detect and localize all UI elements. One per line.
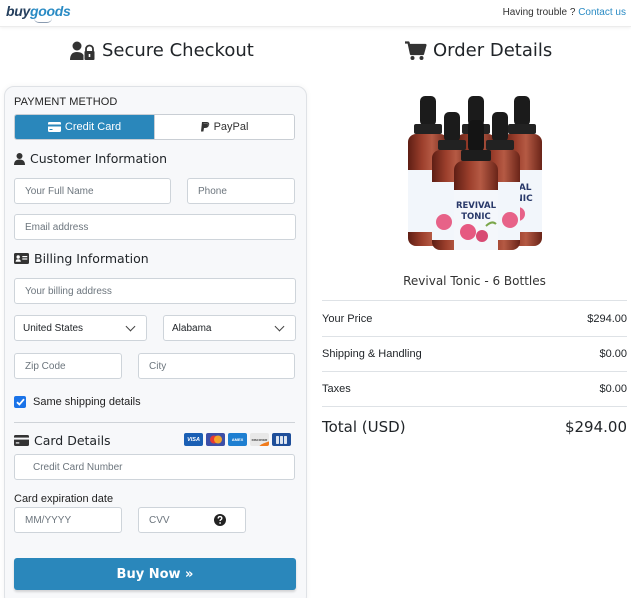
mastercard-circles [209, 435, 222, 444]
amex-label: AMEX [231, 437, 244, 442]
your-price-value: $294.00 [587, 313, 627, 325]
accepted-cards: VISA AMEX DISCOVER [184, 433, 291, 446]
mastercard-icon [206, 433, 225, 446]
same-shipping-row: Same shipping details [14, 396, 141, 408]
credit-card-icon [14, 435, 29, 446]
state-select-value: Alabama [172, 322, 212, 334]
taxes-label: Taxes [322, 383, 351, 395]
same-shipping-label: Same shipping details [33, 396, 141, 408]
same-shipping-checkbox[interactable] [14, 396, 26, 408]
order-line-shipping: Shipping & Handling $0.00 [322, 348, 627, 360]
tab-paypal-label: PayPal [213, 121, 249, 133]
order-details-title: Order Details [433, 40, 553, 61]
phone-input[interactable] [187, 178, 295, 204]
total-label: Total (USD) [322, 418, 406, 436]
total-value: $294.00 [564, 418, 627, 436]
city-input[interactable] [138, 353, 295, 379]
expiration-input[interactable] [14, 507, 122, 533]
order-divider [322, 371, 627, 372]
help-text: Having trouble ? Contact us [503, 7, 626, 18]
your-price-label: Your Price [322, 313, 373, 325]
top-bar: buygoods Having trouble ? Contact us [0, 0, 631, 27]
amex-icon: AMEX [228, 433, 247, 446]
order-details-heading: Order Details [405, 40, 552, 61]
customer-info-heading: Customer Information [14, 151, 167, 166]
visa-icon: VISA [184, 433, 203, 446]
address-card-icon [14, 253, 29, 264]
user-lock-icon [70, 41, 95, 60]
buy-now-button[interactable]: Buy Now » [14, 558, 296, 590]
cvv-field [138, 507, 246, 533]
payment-method-selector: Credit Card PayPal [14, 114, 295, 140]
order-divider [322, 300, 627, 301]
product-name: Revival Tonic - 6 Bottles [403, 274, 546, 288]
logo-smile-icon [34, 18, 52, 23]
product-image: VAL NIC REVIVAL TONIC [408, 96, 542, 250]
contact-us-link[interactable]: Contact us [578, 7, 626, 18]
billing-address-input[interactable] [14, 278, 296, 304]
shopping-cart-icon [405, 40, 427, 60]
secure-checkout-heading: Secure Checkout [70, 40, 254, 61]
country-select[interactable]: United States [14, 315, 147, 341]
expiration-label: Card expiration date [14, 493, 114, 505]
question-circle-icon[interactable] [214, 514, 226, 526]
tab-paypal[interactable]: PayPal [154, 115, 294, 139]
paypal-icon [200, 122, 209, 132]
buygoods-logo[interactable]: buygoods [6, 3, 71, 23]
taxes-value: $0.00 [599, 383, 627, 395]
billing-info-heading: Billing Information [14, 251, 149, 266]
checkmark-icon [15, 398, 25, 406]
tab-credit-card[interactable]: Credit Card [15, 115, 154, 139]
discover-label: DISCOVER [251, 437, 268, 442]
order-line-taxes: Taxes $0.00 [322, 383, 627, 395]
logo-text-buy: buy [6, 3, 30, 19]
user-icon [14, 152, 25, 165]
bottle-label-bottom: TONIC [461, 212, 491, 222]
secure-checkout-title: Secure Checkout [102, 40, 254, 61]
jcb-icon [272, 433, 291, 446]
state-select[interactable]: Alabama [163, 315, 296, 341]
logo-text-goods: goods [30, 3, 71, 19]
tab-credit-card-label: Credit Card [64, 121, 122, 133]
customer-info-title: Customer Information [30, 151, 168, 166]
card-number-input[interactable] [14, 454, 295, 480]
full-name-input[interactable] [14, 178, 171, 204]
discover-icon: DISCOVER [250, 433, 269, 446]
country-select-value: United States [23, 322, 84, 334]
credit-card-icon [47, 122, 61, 132]
visa-label: VISA [187, 436, 200, 443]
chevron-down-icon [125, 321, 136, 331]
email-input[interactable] [14, 214, 296, 240]
card-details-title: Card Details [34, 433, 111, 448]
section-divider [14, 422, 295, 423]
chevron-down-icon [274, 321, 285, 331]
payment-method-label: PAYMENT METHOD [14, 96, 118, 108]
bottle-label-top: REVIVAL [456, 201, 497, 211]
cvv-input[interactable] [138, 507, 246, 533]
shipping-value: $0.00 [599, 348, 627, 360]
order-divider [322, 406, 627, 407]
jcb-grid [276, 435, 287, 444]
zip-code-input[interactable] [14, 353, 122, 379]
order-total: Total (USD) $294.00 [322, 418, 627, 436]
discover-swoosh [257, 440, 269, 446]
help-label: Having trouble ? [502, 7, 576, 18]
order-line-price: Your Price $294.00 [322, 313, 627, 325]
card-details-heading: Card Details [14, 433, 111, 448]
billing-info-title: Billing Information [34, 251, 149, 266]
order-divider [322, 336, 627, 337]
shipping-label: Shipping & Handling [322, 348, 422, 360]
